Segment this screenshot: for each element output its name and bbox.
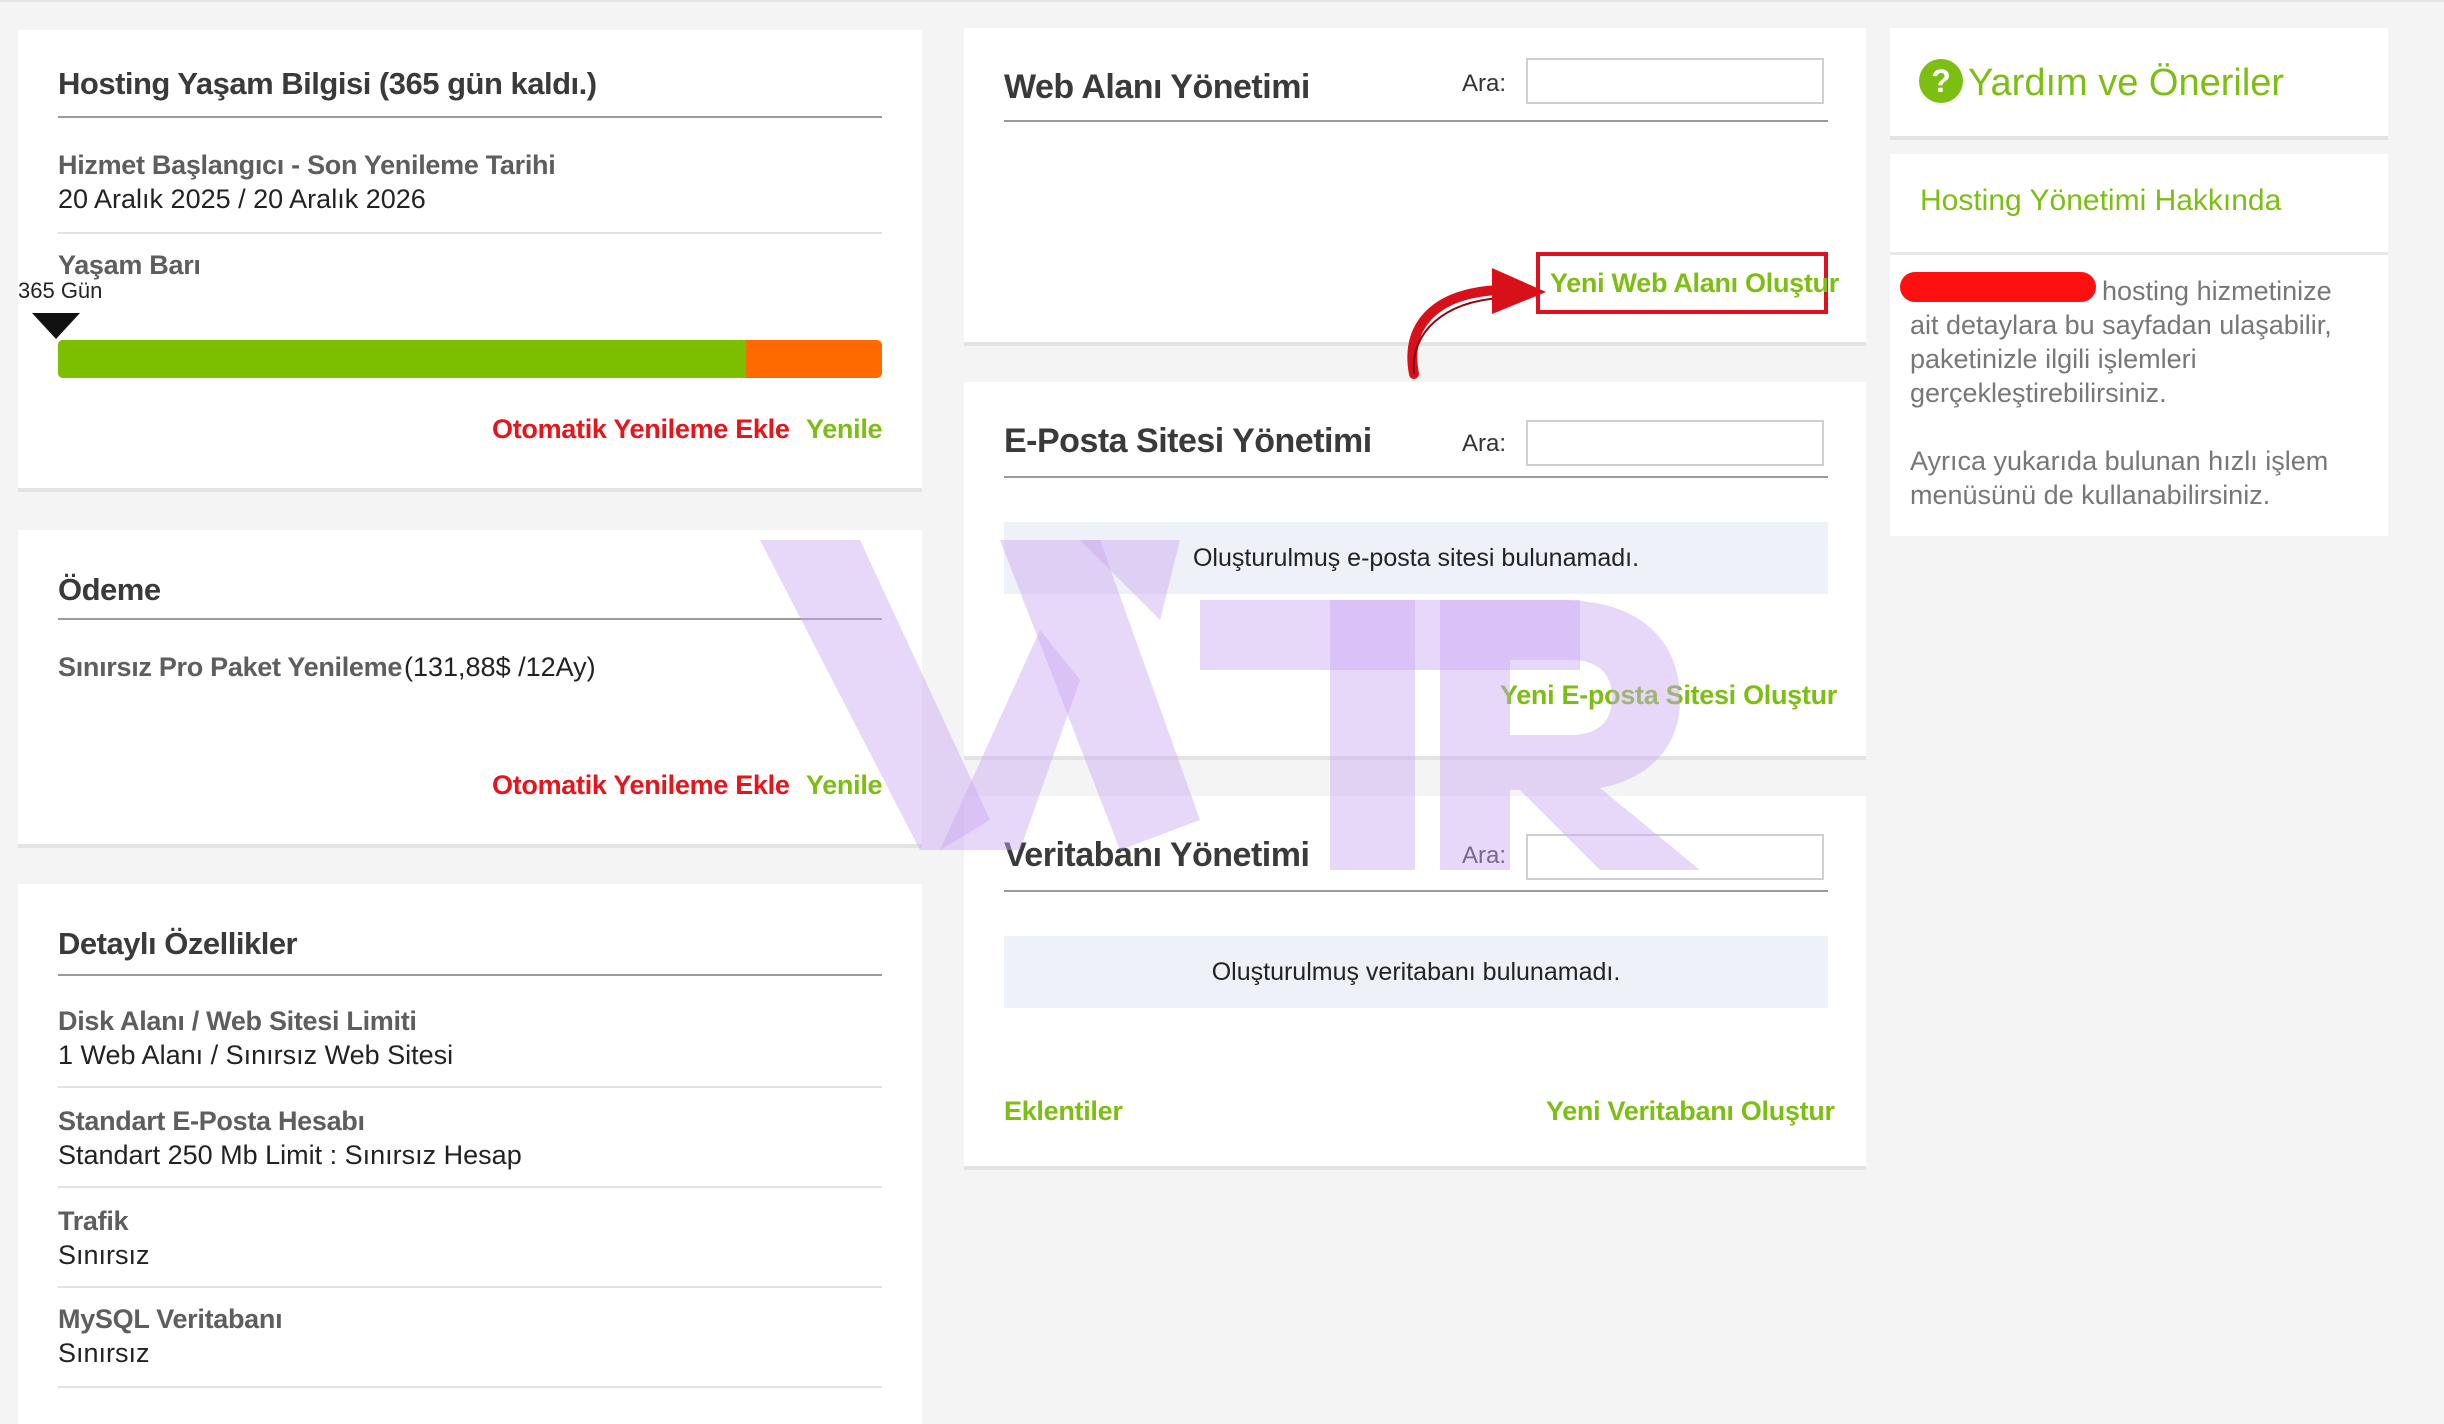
row-divider	[58, 232, 882, 234]
help-title: Yardım ve Öneriler	[1968, 62, 2285, 104]
feature-label: Standart E-Posta Hesabı	[58, 1106, 365, 1136]
svg-text:?: ?	[1931, 63, 1951, 99]
dates-value: 20 Aralık 2025 / 20 Aralık 2026	[58, 184, 426, 214]
help-text-line: ait detaylara bu sayfadan ulaşabilir,	[1910, 310, 2332, 340]
title-rule	[1004, 890, 1828, 892]
search-label: Ara:	[1462, 70, 1507, 97]
create-email-site-link[interactable]: Yeni E-posta Sitesi Oluştur	[1500, 680, 1837, 711]
create-web-space-link[interactable]: Yeni Web Alanı Oluştur	[1550, 268, 1839, 299]
red-arrow-annotation	[1407, 268, 1546, 379]
plugins-link[interactable]: Eklentiler	[1004, 1096, 1123, 1127]
question-circle-icon: ?	[1919, 59, 1963, 103]
renew-link[interactable]: Yenile	[806, 770, 883, 801]
feature-value: Standart 250 Mb Limit : Sınırsız Hesap	[58, 1140, 522, 1170]
create-database-link[interactable]: Yeni Veritabanı Oluştur	[1546, 1096, 1835, 1127]
database-empty-message: Oluşturulmuş veritabanı bulunamadı.	[1004, 936, 1828, 1008]
lifecycle-panel: Hosting Yaşam Bilgisi (365 gün kaldı.) H…	[18, 30, 922, 492]
redacted-brand	[1900, 272, 2096, 302]
title-rule	[1004, 476, 1828, 478]
email-site-search-input[interactable]	[1526, 420, 1824, 466]
row-divider	[58, 1186, 882, 1188]
help-text-line: Ayrıca yukarıda bulunan hızlı işlem	[1910, 446, 2329, 476]
help-text-line: gerçekleştirebilirsiniz.	[1910, 378, 2167, 408]
title-rule	[58, 116, 882, 118]
life-marker-icon	[32, 313, 80, 339]
help-header-panel: ? Yardım ve Öneriler	[1890, 28, 2388, 140]
features-title: Detaylı Özellikler	[58, 926, 298, 961]
features-panel: Detaylı Özellikler Disk Alanı / Web Site…	[18, 884, 922, 1424]
web-space-title: Web Alanı Yönetimi	[1004, 68, 1310, 106]
email-site-empty-message: Oluşturulmuş e-posta sitesi bulunamadı.	[1004, 522, 1828, 594]
search-label: Ara:	[1462, 430, 1507, 457]
title-rule	[1004, 120, 1828, 122]
email-site-title: E-Posta Sitesi Yönetimi	[1004, 422, 1372, 460]
web-space-search-input[interactable]	[1526, 58, 1824, 104]
help-text-line: hosting hizmetinize	[2102, 276, 2332, 306]
payment-item-label: Sınırsız Pro Paket Yenileme	[58, 652, 403, 682]
help-about-panel: Hosting Yönetimi Hakkında hosting hizmet…	[1890, 154, 2388, 536]
row-divider	[58, 1086, 882, 1088]
feature-label: Trafik	[58, 1206, 129, 1236]
about-divider	[1890, 252, 2388, 255]
payment-item-value: (131,88$ /12Ay)	[404, 652, 596, 682]
feature-label: Disk Alanı / Web Sitesi Limiti	[58, 1006, 417, 1036]
database-panel: Veritabanı Yönetimi Ara: Oluşturulmuş ve…	[964, 796, 1866, 1170]
search-label: Ara:	[1462, 842, 1507, 869]
about-title: Hosting Yönetimi Hakkında	[1920, 184, 2282, 217]
row-divider	[58, 1286, 882, 1288]
renew-link[interactable]: Yenile	[806, 414, 883, 445]
life-bar-elapsed	[58, 340, 747, 378]
email-site-panel: E-Posta Sitesi Yönetimi Ara: Oluşturulmu…	[964, 382, 1866, 760]
life-bar	[58, 340, 882, 378]
feature-value: 1 Web Alanı / Sınırsız Web Sitesi	[58, 1040, 454, 1070]
dates-label: Hizmet Başlangıcı - Son Yenileme Tarihi	[58, 150, 556, 180]
title-rule	[58, 618, 882, 620]
help-text-line: paketinizle ilgili işlemleri	[1910, 344, 2197, 374]
life-marker-label: 365 Gün	[18, 278, 103, 303]
payment-title: Ödeme	[58, 572, 161, 607]
page-title: Hosting Yaşam Bilgisi (365 gün kaldı.)	[58, 66, 597, 101]
feature-value: Sınırsız	[58, 1240, 150, 1270]
feature-label: MySQL Veritabanı	[58, 1304, 283, 1334]
feature-value: Sınırsız	[58, 1338, 150, 1368]
database-title: Veritabanı Yönetimi	[1004, 836, 1310, 874]
auto-renew-link[interactable]: Otomatik Yenileme Ekle	[492, 414, 790, 445]
title-rule	[58, 974, 882, 976]
life-bar-label: Yaşam Barı	[58, 250, 201, 280]
help-text-line: menüsünü de kullanabilirsiniz.	[1910, 480, 2271, 510]
auto-renew-link[interactable]: Otomatik Yenileme Ekle	[492, 770, 790, 801]
payment-panel: Ödeme Sınırsız Pro Paket Yenileme (131,8…	[18, 530, 922, 848]
database-search-input[interactable]	[1526, 834, 1824, 880]
row-divider	[58, 1386, 882, 1388]
top-divider	[0, 0, 2444, 2]
